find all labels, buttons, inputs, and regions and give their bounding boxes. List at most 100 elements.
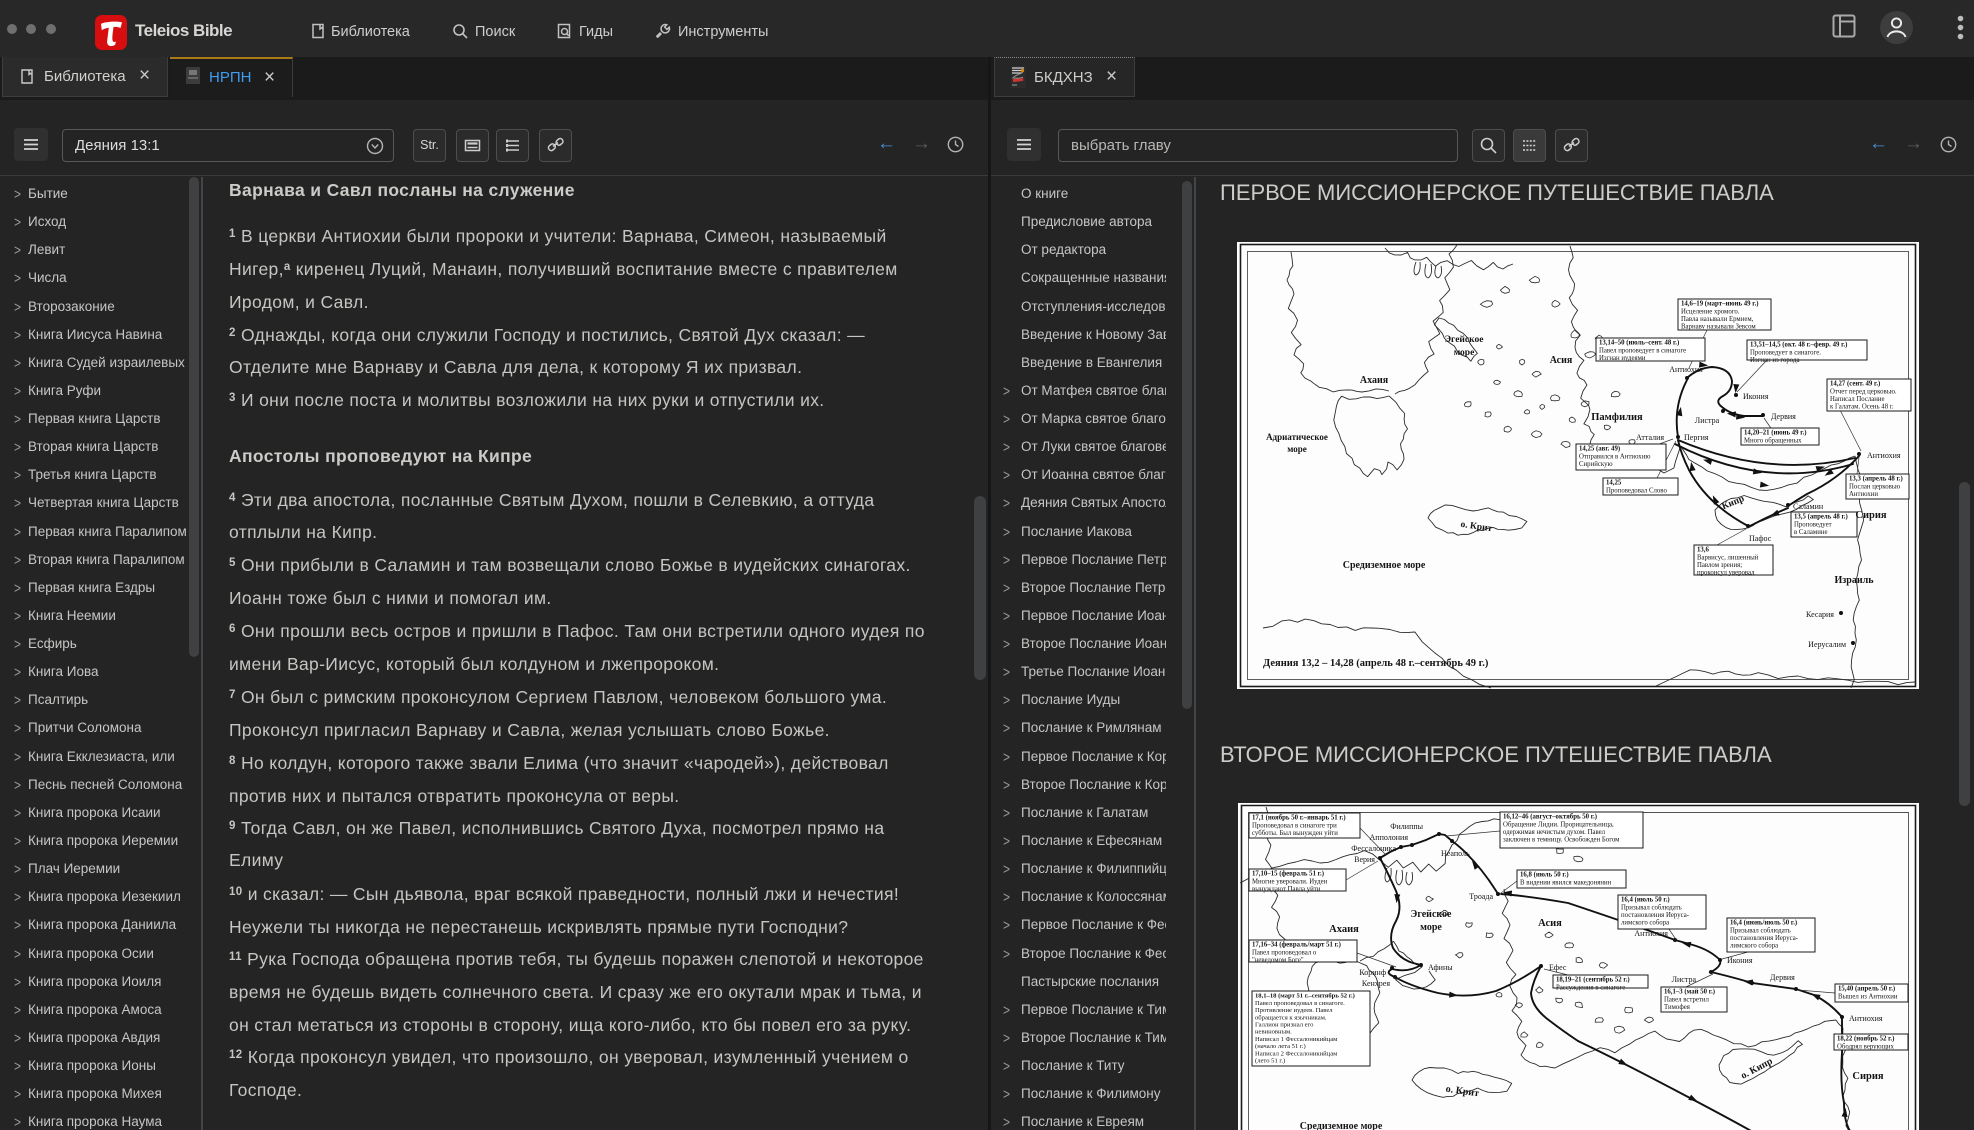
svg-text:море: море xyxy=(1420,922,1442,933)
svg-text:16,4 (июнь/июль 50 г.): 16,4 (июнь/июль 50 г.) xyxy=(1730,920,1797,927)
svg-text:Павел проповедовал о: Павел проповедовал о xyxy=(1252,949,1317,956)
svg-text:Икония: Икония xyxy=(1743,392,1769,401)
svg-text:Павел встретил: Павел встретил xyxy=(1664,996,1709,1003)
svg-text:Послан церковью: Послан церковью xyxy=(1849,483,1900,490)
svg-text:Иерусалим: Иерусалим xyxy=(1808,640,1846,649)
svg-text:13,14–50 (июль–сент. 48 г.): 13,14–50 (июль–сент. 48 г.) xyxy=(1599,340,1679,347)
svg-text:Памфилия: Памфилия xyxy=(1591,412,1643,423)
svg-text:Антиохия: Антиохия xyxy=(1867,451,1901,460)
svg-text:Средиземное море: Средиземное море xyxy=(1343,560,1426,571)
svg-text:Кесария: Кесария xyxy=(1806,610,1834,619)
svg-text:Написал 1 Фессалоникийцам: Написал 1 Фессалоникийцам xyxy=(1255,1036,1338,1043)
svg-text:Павел проповедовал в синагоге.: Павел проповедовал в синагоге. xyxy=(1255,1000,1345,1007)
svg-text:13,5 (апрель 48 г.): 13,5 (апрель 48 г.) xyxy=(1794,514,1848,521)
svg-text:Много обращенных: Много обращенных xyxy=(1744,437,1802,444)
svg-text:Эгейское: Эгейское xyxy=(1411,909,1452,920)
svg-text:субботы. Был вынужден уйти: субботы. Был вынужден уйти xyxy=(1252,830,1338,837)
svg-text:в Саламине: в Саламине xyxy=(1794,529,1828,536)
svg-text:лимского собора: лимского собора xyxy=(1730,943,1778,950)
svg-text:Фессалоника: Фессалоника xyxy=(1351,844,1396,853)
svg-text:Антиохии: Антиохии xyxy=(1849,491,1878,498)
svg-text:Варвисус, лишенный: Варвисус, лишенный xyxy=(1697,554,1759,561)
svg-text:Филиппы: Филиппы xyxy=(1390,822,1423,831)
svg-text:Кенхрея: Кенхрея xyxy=(1362,979,1390,988)
svg-text:Троада: Троада xyxy=(1469,892,1493,901)
svg-text:Написал Послание: Написал Послание xyxy=(1830,396,1885,403)
svg-text:одержимая нечистым духом. Паве: одержимая нечистым духом. Павел xyxy=(1503,829,1606,836)
svg-text:13,3 (апрель 48 г.): 13,3 (апрель 48 г.) xyxy=(1849,476,1903,483)
svg-text:В видении явился македонянин: В видении явился македонянин xyxy=(1520,879,1612,886)
svg-text:лимского собора: лимского собора xyxy=(1621,920,1669,927)
svg-text:Дервия: Дервия xyxy=(1771,412,1796,421)
svg-text:постановления Иеруса-: постановления Иеруса- xyxy=(1621,912,1690,919)
svg-text:Асия: Асия xyxy=(1550,355,1573,366)
svg-text:Икония: Икония xyxy=(1727,956,1753,965)
svg-text:Ахаия: Ахаия xyxy=(1360,375,1389,386)
svg-text:Ахаия: Ахаия xyxy=(1329,924,1359,935)
svg-text:море: море xyxy=(1287,444,1307,454)
svg-text:Верия: Верия xyxy=(1354,855,1375,864)
svg-text:Тимофея: Тимофея xyxy=(1664,1004,1690,1011)
svg-text:(лето 51 г.): (лето 51 г.) xyxy=(1255,1058,1285,1065)
svg-text:Ободрял верующих: Ободрял верующих xyxy=(1837,1043,1894,1050)
svg-text:Изгнан иудеями: Изгнан иудеями xyxy=(1599,355,1646,362)
svg-text:Павла называли Ермием,: Павла называли Ермием, xyxy=(1681,316,1754,323)
svg-text:Обращение Лидии. Прорицательни: Обращение Лидии. Прорицательница, xyxy=(1503,821,1614,828)
svg-text:проконсул уверовал: проконсул уверовал xyxy=(1697,570,1755,577)
svg-text:Варнаву называли Зевсом: Варнаву называли Зевсом xyxy=(1681,324,1756,331)
svg-text:Неаполь: Неаполь xyxy=(1441,849,1470,858)
svg-text:постановления Иеруса-: постановления Иеруса- xyxy=(1730,935,1799,942)
svg-text:Пафос: Пафос xyxy=(1749,534,1772,543)
svg-text:Деяния 13,2 – 14,28 (апрель 48: Деяния 13,2 – 14,28 (апрель 48 г.–сентяб… xyxy=(1263,658,1489,669)
svg-text:14,25 (авг. 49): 14,25 (авг. 49) xyxy=(1579,446,1620,453)
svg-text:Ефес: Ефес xyxy=(1549,963,1567,972)
svg-text:Рассуждения в синагоге: Рассуждения в синагоге xyxy=(1556,984,1625,991)
svg-text:Антиохия: Антиохия xyxy=(1849,1014,1883,1023)
svg-text:Проповедует: Проповедует xyxy=(1794,521,1832,528)
svg-text:14,6–19 (март–июнь 49 г.): 14,6–19 (март–июнь 49 г.) xyxy=(1681,301,1759,308)
svg-text:Призывал соблюдать: Призывал соблюдать xyxy=(1730,927,1791,934)
svg-text:14,25: 14,25 xyxy=(1606,480,1622,487)
svg-text:17,1 (ноябрь 50 г.–январь 51 г: 17,1 (ноябрь 50 г.–январь 51 г.) xyxy=(1252,815,1346,822)
svg-text:Изгнан из города: Изгнан из города xyxy=(1750,357,1800,364)
svg-text:Павлом зрения;: Павлом зрения; xyxy=(1697,562,1742,569)
svg-text:Сирия: Сирия xyxy=(1855,510,1887,521)
svg-text:Проповедует в синагоге.: Проповедует в синагоге. xyxy=(1750,349,1821,356)
svg-text:14,20–21 (июнь 49 г.): 14,20–21 (июнь 49 г.) xyxy=(1744,430,1807,437)
svg-text:Саламин: Саламин xyxy=(1793,502,1824,511)
svg-text:Вышел из Антиохии: Вышел из Антиохии xyxy=(1838,993,1898,1000)
svg-text:Павел проповедует в синагоге: Павел проповедует в синагоге xyxy=(1599,347,1686,354)
svg-text:Исцеление хромого.: Исцеление хромого. xyxy=(1681,308,1740,315)
svg-text:13,6: 13,6 xyxy=(1697,547,1709,554)
svg-text:Отправился в Антиохию: Отправился в Антиохию xyxy=(1579,453,1650,460)
svg-text:17,10–15 (февраль 51 г.): 17,10–15 (февраль 51 г.) xyxy=(1252,871,1324,878)
svg-text:Листра: Листра xyxy=(1672,975,1697,984)
svg-text:Адриатическое: Адриатическое xyxy=(1266,432,1328,442)
svg-text:Асия: Асия xyxy=(1538,918,1562,929)
svg-text:Антиохия: Антиохия xyxy=(1669,365,1703,374)
svg-text:Израиль: Израиль xyxy=(1834,575,1874,586)
svg-text:Пергия: Пергия xyxy=(1684,433,1709,442)
svg-text:13,51–14,5 (окт. 48 г.–февр. 4: 13,51–14,5 (окт. 48 г.–февр. 49 г.) xyxy=(1750,342,1847,349)
svg-text:Многие уверовали. Иудеи: Многие уверовали. Иудеи xyxy=(1252,878,1328,885)
svg-text:18,1–18 (март 51 г.–сентябрь 5: 18,1–18 (март 51 г.–сентябрь 52 г.) xyxy=(1255,993,1355,1000)
svg-text:Отчет перед церковью.: Отчет перед церковью. xyxy=(1830,388,1897,395)
svg-text:заключен в темницу. Освобожден: заключен в темницу. Освобожден Богом xyxy=(1503,837,1620,844)
svg-text:Дервия: Дервия xyxy=(1770,973,1795,982)
svg-text:Призывал соблюдать: Призывал соблюдать xyxy=(1621,904,1682,911)
svg-text:Галлион признал его: Галлион признал его xyxy=(1255,1022,1314,1029)
svg-text:"неведомом Боге": "неведомом Боге" xyxy=(1252,957,1304,964)
svg-text:16,1–3 (май 50 г.): 16,1–3 (май 50 г.) xyxy=(1664,989,1715,996)
svg-text:Сирия: Сирия xyxy=(1852,1071,1884,1082)
svg-text:вынуждают Павла уйти: вынуждают Павла уйти xyxy=(1252,886,1321,893)
svg-text:Апполония: Апполония xyxy=(1370,833,1409,842)
svg-text:Коринф: Коринф xyxy=(1359,968,1386,977)
svg-text:16,12–46 (август–октябрь 50 г.: 16,12–46 (август–октябрь 50 г.) xyxy=(1503,814,1597,821)
svg-text:16,4 (июль 50 г.): 16,4 (июль 50 г.) xyxy=(1621,897,1670,904)
svg-text:к Галатам. Осень 48 г.: к Галатам. Осень 48 г. xyxy=(1830,404,1894,411)
svg-text:18,19–21 (сентябрь 52 г.): 18,19–21 (сентябрь 52 г.) xyxy=(1556,977,1630,984)
svg-text:(начало лета 51 г.): (начало лета 51 г.) xyxy=(1255,1043,1306,1050)
svg-text:18,22 (ноябрь 52 г.): 18,22 (ноябрь 52 г.) xyxy=(1837,1036,1894,1043)
svg-text:14,27 (сент. 49 г.): 14,27 (сент. 49 г.) xyxy=(1830,381,1880,388)
svg-text:Средиземное море: Средиземное море xyxy=(1300,1121,1383,1130)
